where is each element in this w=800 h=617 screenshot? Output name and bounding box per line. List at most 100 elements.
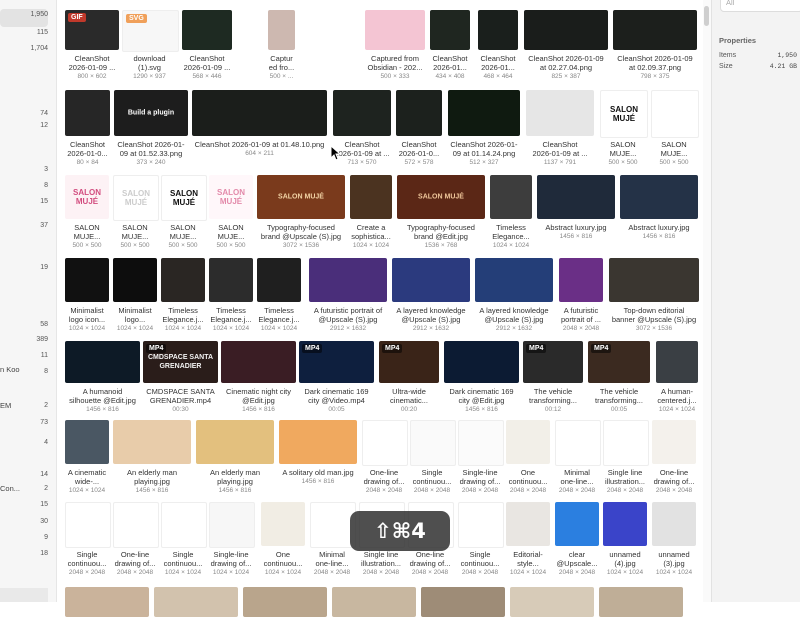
asset-filename: Abstract luxury.jpg bbox=[628, 223, 690, 232]
asset-thumbnail[interactable]: MP4 bbox=[523, 341, 583, 383]
file-type-badge: SVG bbox=[126, 14, 147, 23]
asset-dimensions: 1024 × 1024 bbox=[658, 406, 696, 413]
asset-thumbnail[interactable] bbox=[209, 258, 253, 302]
asset-filename: An elderly man playing.jpg bbox=[126, 468, 178, 486]
sidebar-count: 1,704 bbox=[30, 45, 48, 52]
asset-thumbnail[interactable] bbox=[196, 420, 274, 464]
scrollbar-thumb[interactable] bbox=[704, 6, 709, 26]
asset-dimensions: 3072 × 1536 bbox=[282, 242, 320, 249]
asset-thumbnail[interactable] bbox=[192, 90, 327, 136]
grid-scrollbar[interactable] bbox=[703, 0, 711, 602]
asset-thumbnail[interactable] bbox=[555, 502, 599, 546]
asset-thumbnail[interactable] bbox=[161, 258, 205, 302]
asset-thumbnail[interactable]: MP4 bbox=[299, 341, 374, 383]
sidebar-count: 74 bbox=[40, 110, 48, 117]
asset-thumbnail[interactable] bbox=[506, 420, 550, 464]
asset-thumbnail[interactable] bbox=[221, 341, 296, 383]
asset-thumbnail[interactable] bbox=[478, 10, 518, 50]
asset-thumbnail[interactable] bbox=[444, 341, 519, 383]
asset-thumbnail[interactable]: SALON MUJÉ bbox=[600, 90, 648, 138]
asset-thumbnail[interactable] bbox=[154, 587, 238, 617]
asset-thumbnail[interactable] bbox=[261, 502, 305, 546]
asset-thumbnail[interactable] bbox=[620, 175, 698, 219]
asset-thumbnail[interactable] bbox=[209, 502, 255, 548]
thumbnail-text: SALON MUJÉ bbox=[418, 193, 464, 201]
asset-thumbnail[interactable] bbox=[268, 10, 295, 50]
asset-thumbnail[interactable] bbox=[599, 587, 683, 617]
sidebar-count: 14 bbox=[40, 471, 48, 478]
asset-thumbnail[interactable]: SALON MUJÉ bbox=[257, 175, 345, 219]
asset-thumbnail[interactable] bbox=[537, 175, 615, 219]
asset-thumbnail[interactable] bbox=[510, 587, 594, 617]
asset-thumbnail[interactable] bbox=[506, 502, 550, 546]
asset-thumbnail[interactable] bbox=[613, 10, 697, 50]
asset-thumbnail[interactable]: CMDSPACE SANTA GRENADIER MP4 bbox=[143, 341, 218, 383]
asset-thumbnail[interactable] bbox=[350, 175, 392, 219]
asset-thumbnail[interactable] bbox=[526, 90, 594, 136]
asset-thumbnail[interactable] bbox=[65, 587, 149, 617]
asset-thumbnail[interactable] bbox=[555, 420, 601, 466]
asset-thumbnail[interactable] bbox=[279, 420, 357, 464]
asset-thumbnail[interactable]: GIF bbox=[65, 10, 119, 50]
asset-thumbnail[interactable] bbox=[559, 258, 603, 302]
asset-dimensions: 3072 × 1536 bbox=[635, 325, 673, 332]
asset-thumbnail[interactable] bbox=[309, 258, 387, 302]
asset-thumbnail[interactable] bbox=[65, 420, 109, 464]
asset-thumbnail[interactable] bbox=[490, 175, 532, 219]
asset-thumbnail[interactable] bbox=[65, 258, 109, 302]
asset-thumbnail[interactable] bbox=[113, 502, 159, 548]
file-type-badge: GIF bbox=[68, 13, 86, 22]
sidebar-item-label[interactable]: EM bbox=[0, 401, 11, 410]
asset-thumbnail[interactable] bbox=[65, 90, 110, 136]
asset-thumbnail[interactable] bbox=[365, 10, 425, 50]
sidebar-item-label[interactable]: n Koo bbox=[0, 365, 20, 374]
asset-thumbnail[interactable] bbox=[243, 587, 327, 617]
asset-thumbnail[interactable] bbox=[609, 258, 699, 302]
asset-thumbnail[interactable] bbox=[524, 10, 608, 50]
asset-thumbnail[interactable] bbox=[421, 587, 505, 617]
asset-dimensions: 568 × 446 bbox=[192, 73, 222, 80]
asset-thumbnail[interactable] bbox=[448, 90, 520, 136]
asset-thumbnail[interactable] bbox=[603, 420, 649, 466]
asset-dimensions: 1024 × 1024 bbox=[655, 569, 693, 576]
asset-thumbnail[interactable] bbox=[332, 587, 416, 617]
asset-filename: A futuristic portrait of @Upscale (S).jpg bbox=[313, 306, 383, 324]
asset-thumbnail[interactable] bbox=[392, 258, 470, 302]
asset-thumbnail[interactable] bbox=[651, 90, 699, 138]
asset-thumbnail[interactable] bbox=[410, 420, 456, 466]
asset-thumbnail[interactable]: SALON MUJÉ bbox=[209, 175, 253, 219]
asset-thumbnail[interactable] bbox=[396, 90, 442, 136]
inspector-search-input[interactable]: All bbox=[720, 0, 800, 12]
asset-thumbnail[interactable]: SALON MUJÉ bbox=[397, 175, 485, 219]
asset-thumbnail[interactable]: SALON MUJÉ bbox=[161, 175, 207, 221]
asset-dimensions: 825 × 387 bbox=[551, 73, 581, 80]
asset-thumbnail[interactable] bbox=[458, 502, 504, 548]
asset-thumbnail[interactable]: SALON MUJÉ bbox=[113, 175, 159, 221]
asset-filename: CleanShot 2026-01-09 at 01.48.10.png bbox=[194, 140, 325, 149]
asset-thumbnail[interactable] bbox=[603, 502, 647, 546]
asset-thumbnail[interactable] bbox=[458, 420, 504, 466]
items-value: 1,950 bbox=[777, 52, 797, 59]
asset-thumbnail[interactable] bbox=[652, 502, 696, 546]
sidebar-count: 2 bbox=[44, 402, 48, 409]
asset-thumbnail[interactable]: SALON MUJÉ bbox=[65, 175, 109, 219]
asset-thumbnail[interactable] bbox=[161, 502, 207, 548]
asset-thumbnail[interactable] bbox=[182, 10, 232, 50]
asset-thumbnail[interactable] bbox=[333, 90, 391, 136]
asset-thumbnail[interactable] bbox=[113, 258, 157, 302]
asset-thumbnail[interactable] bbox=[65, 502, 111, 548]
asset-thumbnail[interactable] bbox=[656, 341, 698, 383]
asset-thumbnail[interactable]: MP4 bbox=[588, 341, 650, 383]
asset-thumbnail[interactable] bbox=[430, 10, 470, 50]
asset-thumbnail[interactable] bbox=[475, 258, 553, 302]
asset-thumbnail[interactable] bbox=[113, 420, 191, 464]
sidebar-item-label[interactable]: Con... bbox=[0, 484, 20, 493]
asset-thumbnail[interactable]: SVG bbox=[122, 10, 179, 52]
asset-thumbnail[interactable]: Build a plugin bbox=[114, 90, 188, 136]
asset-thumbnail[interactable] bbox=[652, 420, 696, 464]
file-type-badge: MP4 bbox=[382, 344, 403, 353]
asset-thumbnail[interactable]: MP4 bbox=[379, 341, 439, 383]
asset-thumbnail[interactable] bbox=[362, 420, 408, 466]
asset-thumbnail[interactable] bbox=[257, 258, 301, 302]
asset-thumbnail[interactable] bbox=[65, 341, 140, 383]
